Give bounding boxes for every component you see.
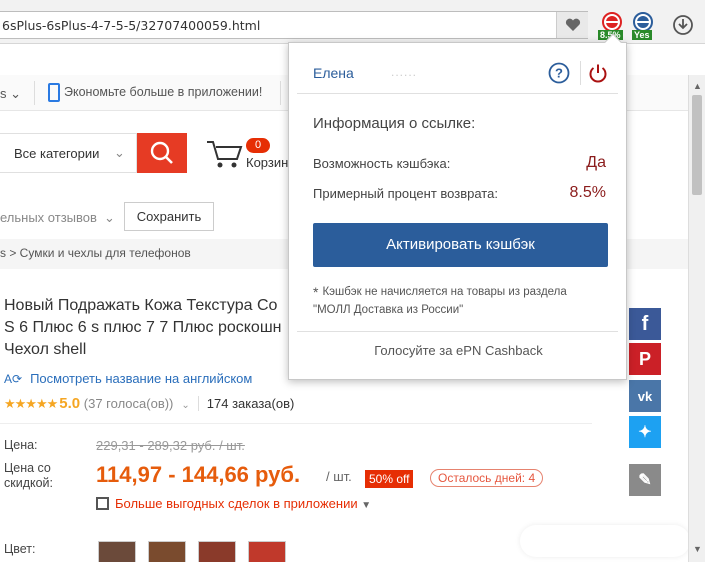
discount-price-label: скидкой: — [4, 476, 54, 490]
category-select[interactable]: Все категории ⌄ — [0, 133, 137, 173]
facebook-share-button[interactable]: f — [629, 308, 661, 340]
divider — [580, 61, 581, 85]
user-masked: ...... — [391, 65, 418, 79]
phone-icon — [48, 83, 60, 102]
category-select-value: Все категории — [14, 146, 100, 161]
scroll-up-arrow-icon[interactable]: ▲ — [693, 81, 702, 91]
heart-icon — [565, 18, 580, 31]
url-text: 6sPlus-6sPlus-4-7-5-5/32707400059.html — [2, 18, 261, 33]
epn-cashback-popup: Елена ...... ? Информация о ссылке: Возм… — [288, 33, 628, 380]
old-price: 229,31 - 289,32 руб. / шт. — [96, 438, 245, 453]
qr-code-icon — [96, 497, 109, 510]
page-scrollbar[interactable]: ▲ ▼ — [688, 75, 705, 562]
color-swatch[interactable] — [198, 541, 236, 562]
chevron-down-icon: ⌄ — [114, 145, 125, 160]
breadcrumb-text[interactable]: s > Сумки и чехлы для телефонов — [0, 246, 191, 260]
search-icon — [150, 141, 173, 164]
pinterest-share-button[interactable]: P — [629, 343, 661, 375]
twitter-icon: ✦ — [638, 424, 652, 441]
divider — [280, 81, 281, 105]
bookmark-button[interactable] — [556, 12, 588, 38]
cashback-available-label: Возможность кэшбэка: — [313, 156, 451, 171]
reviews-filter-label: ельных отзывов — [0, 210, 97, 225]
cashback-available-value: Да — [586, 154, 606, 171]
status-badge: Yes — [632, 30, 652, 40]
note-asterisk: * — [313, 284, 319, 300]
pinterest-icon: P — [638, 348, 651, 369]
user-name: Елена — [313, 65, 354, 81]
twitter-share-button[interactable]: ✦ — [629, 416, 661, 448]
days-left-badge: Осталось дней: 4 — [430, 469, 544, 487]
power-icon[interactable] — [587, 62, 609, 84]
edit-button[interactable]: ✎ — [629, 464, 661, 496]
product-title: Новый Подражать Кожа Текстура Со S 6 Плю… — [4, 295, 304, 361]
svg-text:?: ? — [555, 66, 563, 81]
color-swatch[interactable] — [148, 541, 186, 562]
translate-icon: A⟳ — [4, 372, 23, 386]
save-button[interactable]: Сохранить — [124, 202, 214, 231]
divider — [297, 331, 618, 332]
download-button[interactable] — [672, 14, 694, 36]
votes-count[interactable]: (37 голоса(ов)) — [84, 396, 174, 411]
cart-icon[interactable] — [205, 137, 245, 171]
activate-cashback-button[interactable]: Активировать кэшбэк — [313, 223, 608, 267]
search-button[interactable] — [137, 133, 187, 173]
color-label: Цвет: — [4, 542, 36, 556]
discount-badge: 50% off — [365, 470, 414, 488]
vk-share-button[interactable]: vk — [629, 380, 661, 412]
scroll-down-arrow-icon[interactable]: ▼ — [693, 544, 702, 554]
epn-status-extension-button[interactable]: Yes — [630, 12, 656, 40]
app-deals-link[interactable]: Больше выгодных сделок в приложении ▼ — [96, 496, 371, 511]
blurred-overlay — [520, 525, 690, 557]
rating-row: ★★★★★ 5.0 (37 голоса(ов)) ⌄ 174 заказа(ов) — [4, 395, 295, 412]
link-info-title: Информация о ссылке: — [313, 115, 476, 132]
browser-toolbar: 6sPlus-6sPlus-4-7-5-5/32707400059.html 8… — [0, 0, 705, 44]
rating-score: 5.0 — [59, 395, 81, 412]
orders-count: 174 заказа(ов) — [197, 396, 295, 411]
facebook-icon: f — [641, 312, 649, 335]
help-icon[interactable]: ? — [548, 62, 570, 84]
product-title-line: Чехол shell — [4, 341, 87, 358]
pencil-icon: ✎ — [638, 472, 652, 489]
color-swatch[interactable] — [98, 541, 136, 562]
discount-price: 114,97 - 144,66 руб. — [96, 462, 301, 487]
chevron-down-icon[interactable]: ⌄ — [104, 210, 115, 226]
english-title-link-text: Посмотреть название на английском — [30, 371, 253, 386]
star-rating-icon: ★★★★★ — [4, 396, 58, 411]
per-unit: / шт. — [326, 469, 352, 484]
note-line: "МОЛЛ Доставка из России" — [313, 304, 464, 316]
price-box: Цена: 229,31 - 289,32 руб. / шт. Цена со… — [0, 423, 592, 511]
divider — [34, 81, 35, 105]
cashback-percent-label: Примерный процент возврата: — [313, 186, 498, 201]
app-deals-link-text: Больше выгодных сделок в приложении — [115, 496, 358, 511]
chevron-down-icon[interactable]: s ⌄ — [0, 86, 21, 102]
color-swatch[interactable] — [248, 541, 286, 562]
english-title-link[interactable]: A⟳ Посмотреть название на английском — [4, 371, 252, 386]
cart-count-badge: 0 — [246, 138, 270, 153]
app-promo-link[interactable]: Экономьте больше в приложении! — [64, 85, 262, 99]
cashback-percent-value: 8.5% — [569, 184, 606, 201]
vote-link[interactable]: Голосуйте за ePN Cashback — [289, 343, 628, 358]
cashback-note: * Кэшбэк не начисляется на товары из разд… — [313, 283, 613, 319]
scrollbar-thumb[interactable] — [692, 95, 702, 195]
price-label: Цена: — [4, 438, 38, 452]
caret-down-icon: ▼ — [361, 500, 372, 511]
note-line: Кэшбэк не начисляется на товары из разде… — [322, 286, 567, 298]
product-title-line: Новый Подражать Кожа Текстура Со — [4, 297, 278, 314]
divider — [297, 93, 618, 94]
product-title-line: S 6 Плюс 6 s плюс 7 7 Плюс роскошн — [4, 319, 282, 336]
download-icon — [673, 15, 693, 35]
chevron-down-icon[interactable]: ⌄ — [181, 400, 189, 411]
vk-icon: vk — [637, 388, 653, 404]
discount-price-label: Цена со — [4, 461, 51, 475]
address-bar[interactable]: 6sPlus-6sPlus-4-7-5-5/32707400059.html — [0, 11, 588, 39]
